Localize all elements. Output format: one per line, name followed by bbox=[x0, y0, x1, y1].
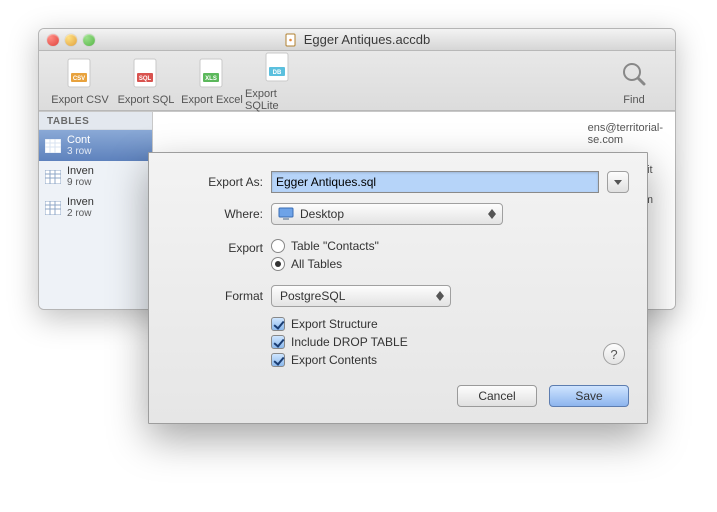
where-label: Where: bbox=[167, 207, 263, 221]
sidebar-table-item[interactable]: Cont 3 row bbox=[39, 130, 152, 161]
toolbar-export-sql[interactable]: SQL Export SQL bbox=[113, 56, 179, 106]
toolbar-export-excel[interactable]: XLS Export Excel bbox=[179, 56, 245, 106]
format-label: Format bbox=[167, 289, 263, 303]
help-label: ? bbox=[610, 347, 617, 362]
svg-text:XLS: XLS bbox=[205, 76, 217, 82]
svg-text:CSV: CSV bbox=[73, 76, 85, 82]
export-as-input[interactable] bbox=[271, 171, 599, 193]
export-as-history-button[interactable] bbox=[607, 171, 629, 193]
titlebar: Egger Antiques.accdb bbox=[39, 29, 675, 51]
save-button[interactable]: Save bbox=[549, 385, 629, 407]
toolbar-label: Find bbox=[623, 94, 644, 106]
format-select[interactable]: PostgreSQL bbox=[271, 285, 451, 307]
radio-icon bbox=[271, 239, 285, 253]
toolbar-label: Export SQL bbox=[118, 94, 175, 106]
table-rows: 2 row bbox=[67, 208, 137, 219]
updown-icon bbox=[436, 291, 444, 301]
updown-icon bbox=[488, 209, 496, 219]
check-drop-table[interactable]: Include DROP TABLE bbox=[271, 335, 629, 349]
sidebar-table-item[interactable]: Inven 9 row bbox=[39, 161, 152, 192]
radio-icon bbox=[271, 257, 285, 271]
sidebar-table-item[interactable]: Inven 2 row bbox=[39, 192, 152, 223]
where-select[interactable]: Desktop bbox=[271, 203, 503, 225]
email-cell: ens@territorial- bbox=[588, 122, 663, 134]
sidebar-header: TABLES bbox=[39, 112, 152, 130]
sidebar: TABLES Cont 3 row Inven 9 row Inven bbox=[39, 112, 153, 309]
radio-table[interactable]: Table "Contacts" bbox=[271, 239, 379, 253]
close-window-button[interactable] bbox=[47, 34, 59, 46]
toolbar: CSV Export CSV SQL Export SQL XLS Export… bbox=[39, 51, 675, 111]
radio-label: Table "Contacts" bbox=[291, 239, 379, 253]
table-rows: 9 row bbox=[67, 177, 137, 188]
window-title: Egger Antiques.accdb bbox=[39, 32, 675, 47]
xls-icon: XLS bbox=[196, 56, 228, 92]
svg-text:SQL: SQL bbox=[139, 76, 152, 82]
email-cell: se.com bbox=[588, 134, 623, 146]
export-as-label: Export As: bbox=[167, 175, 263, 189]
csv-icon: CSV bbox=[64, 56, 96, 92]
toolbar-find[interactable]: Find bbox=[601, 56, 667, 106]
checkbox-icon bbox=[271, 317, 285, 331]
zoom-window-button[interactable] bbox=[83, 34, 95, 46]
table-rows: 3 row bbox=[67, 146, 137, 157]
sql-icon: SQL bbox=[130, 56, 162, 92]
chevron-down-icon bbox=[614, 180, 622, 185]
traffic-lights bbox=[39, 34, 95, 46]
toolbar-export-csv[interactable]: CSV Export CSV bbox=[47, 56, 113, 106]
help-button[interactable]: ? bbox=[603, 343, 625, 365]
checkbox-icon bbox=[271, 335, 285, 349]
toolbar-label: Export SQLite bbox=[245, 88, 311, 112]
export-dialog: Export As: Where: Desktop Export Table "… bbox=[148, 152, 648, 424]
format-value: PostgreSQL bbox=[280, 289, 345, 303]
export-scope-label: Export bbox=[167, 239, 263, 255]
check-label: Include DROP TABLE bbox=[291, 335, 408, 349]
desktop-icon bbox=[278, 207, 294, 221]
table-name: Inven bbox=[67, 196, 137, 208]
where-value: Desktop bbox=[300, 207, 344, 221]
table-icon bbox=[45, 170, 61, 184]
checkbox-icon bbox=[271, 353, 285, 367]
minimize-window-button[interactable] bbox=[65, 34, 77, 46]
toolbar-export-sqlite[interactable]: DB Export SQLite bbox=[245, 50, 311, 112]
radio-label: All Tables bbox=[291, 257, 342, 271]
radio-all-tables[interactable]: All Tables bbox=[271, 257, 379, 271]
db-icon: DB bbox=[262, 50, 294, 86]
check-export-structure[interactable]: Export Structure bbox=[271, 317, 629, 331]
table-name: Cont bbox=[67, 134, 137, 146]
svg-text:DB: DB bbox=[273, 70, 282, 76]
toolbar-label: Export CSV bbox=[51, 94, 108, 106]
document-icon bbox=[284, 33, 298, 47]
check-export-contents[interactable]: Export Contents bbox=[271, 353, 629, 367]
button-label: Cancel bbox=[478, 389, 515, 403]
check-label: Export Structure bbox=[291, 317, 378, 331]
button-label: Save bbox=[575, 389, 602, 403]
cancel-button[interactable]: Cancel bbox=[457, 385, 537, 407]
table-name: Inven bbox=[67, 165, 137, 177]
search-icon bbox=[618, 56, 650, 92]
check-label: Export Contents bbox=[291, 353, 377, 367]
toolbar-label: Export Excel bbox=[181, 94, 243, 106]
table-icon bbox=[45, 201, 61, 215]
table-icon bbox=[45, 139, 61, 153]
